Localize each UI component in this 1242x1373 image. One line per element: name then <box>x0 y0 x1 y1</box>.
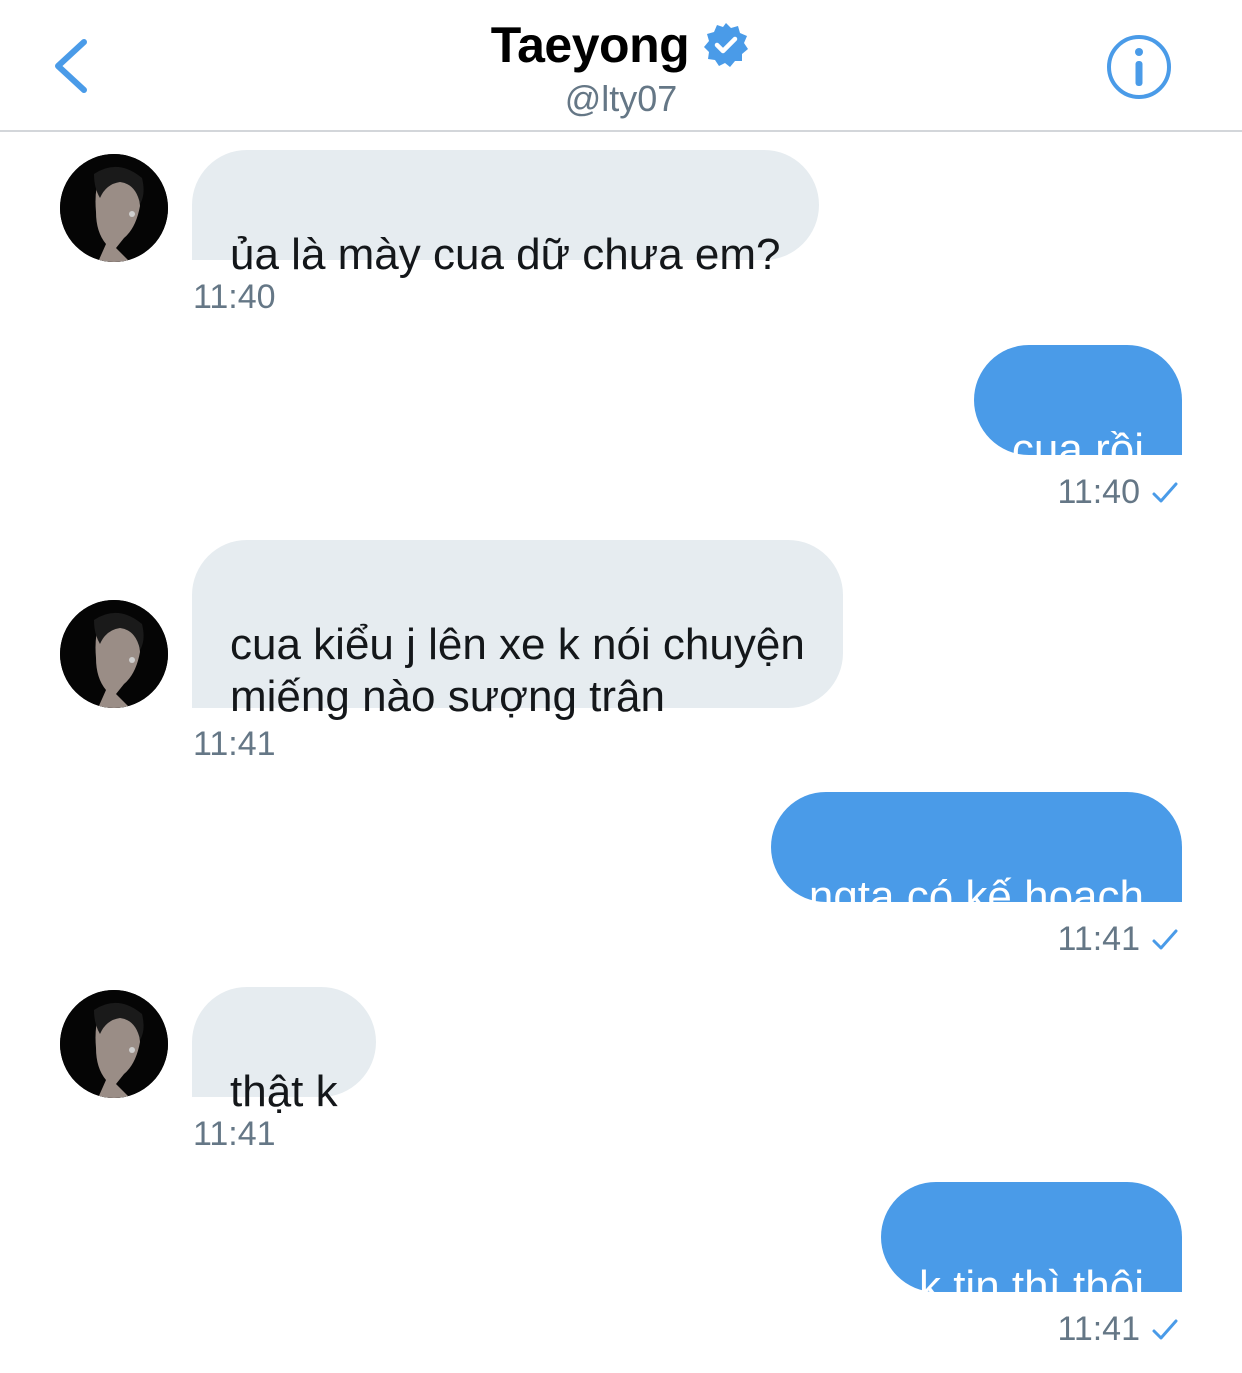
message-text: ủa là mày cua dữ chưa em? <box>230 230 781 279</box>
verified-badge-icon <box>704 23 749 67</box>
message-timestamp: 11:41 <box>193 725 276 763</box>
message-bubble-incoming[interactable]: ủa là mày cua dữ chưa em? <box>192 150 819 279</box>
check-icon <box>1152 482 1178 502</box>
message-bubble-incoming[interactable]: thật k <box>192 987 376 1116</box>
message-bubble-outgoing[interactable]: cua rồi <box>973 345 1182 474</box>
avatar-portrait <box>60 154 168 262</box>
message-meta: 11:41 <box>1057 920 1180 959</box>
message-meta: 11:40 <box>1057 473 1180 512</box>
message-bubble-outgoing[interactable]: k tin thì thôi <box>880 1182 1182 1311</box>
message-bubble-outgoing[interactable]: ngta có kế hoạch <box>770 792 1182 921</box>
info-icon <box>1107 35 1171 99</box>
conversation-title-block[interactable]: Taeyong @lty07 <box>0 16 1242 120</box>
message-text: ngta có kế hoạch <box>808 872 1144 921</box>
contact-avatar[interactable] <box>60 600 168 708</box>
message-timestamp: 11:41 <box>1057 920 1140 958</box>
message-text: cua kiểu j lên xe k nói chuyện miếng nào… <box>230 620 805 721</box>
message-text: k tin thì thôi <box>918 1262 1144 1311</box>
check-icon <box>1152 1319 1178 1339</box>
message-meta: 11:41 <box>1057 1310 1180 1349</box>
avatar-portrait <box>60 600 168 708</box>
message-bubble-incoming[interactable]: cua kiểu j lên xe k nói chuyện miếng nào… <box>192 540 843 721</box>
contact-avatar[interactable] <box>60 154 168 262</box>
avatar-portrait <box>60 990 168 1098</box>
info-button[interactable] <box>1104 32 1174 102</box>
conversation-handle: @lty07 <box>564 78 678 119</box>
contact-avatar[interactable] <box>60 990 168 1098</box>
conversation-header: Taeyong @lty07 <box>0 0 1242 132</box>
check-icon <box>1152 929 1178 949</box>
message-text: thật k <box>230 1067 338 1116</box>
message-timestamp: 11:40 <box>1057 473 1140 511</box>
conversation-title: Taeyong <box>490 17 690 73</box>
message-text: cua rồi <box>1011 425 1144 474</box>
message-timestamp: 11:41 <box>193 1115 276 1153</box>
message-timestamp: 11:40 <box>193 278 276 316</box>
message-timestamp: 11:41 <box>1057 1310 1140 1348</box>
